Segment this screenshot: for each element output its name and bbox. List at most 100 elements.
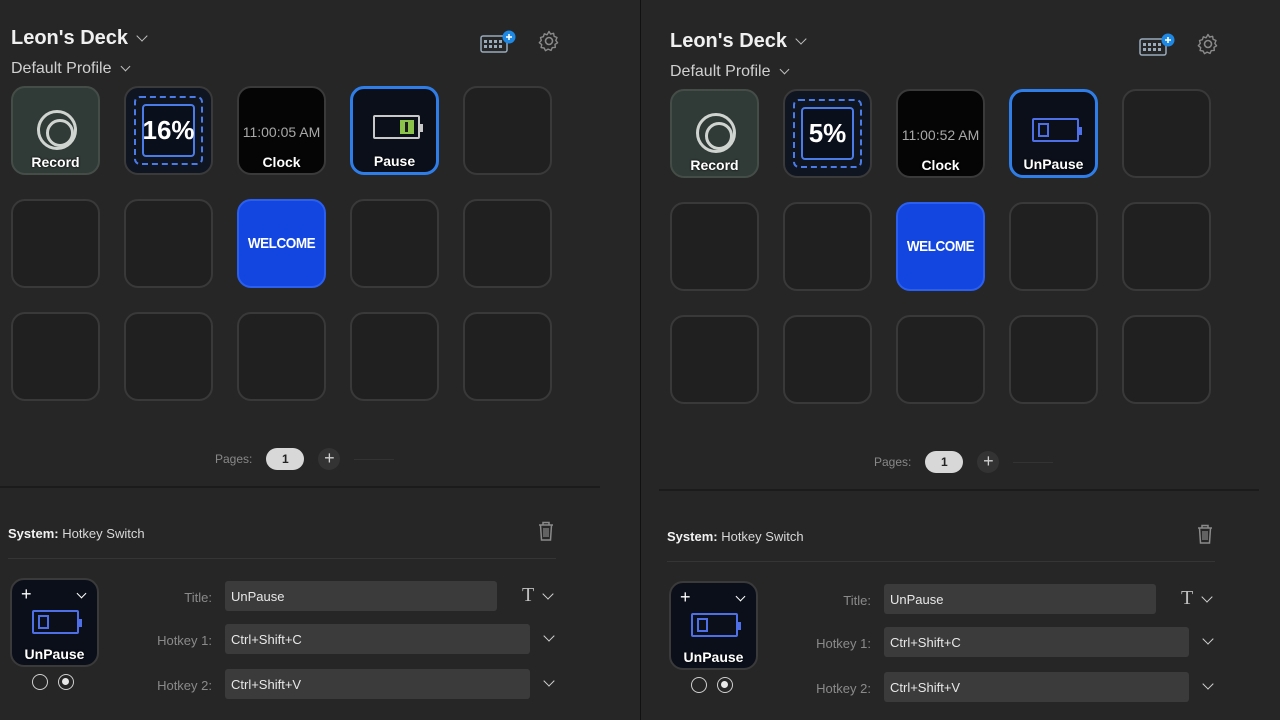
clock-time: 11:00:52 AM (901, 127, 980, 143)
trash-icon[interactable] (1196, 523, 1214, 545)
page-1-button[interactable]: 1 (925, 451, 964, 473)
key-record[interactable]: Record (670, 89, 759, 178)
chevron-down-icon (136, 30, 148, 42)
hotkey2-input[interactable]: Ctrl+Shift+V (225, 669, 530, 699)
key-clock[interactable]: 11:00:05 AM Clock (237, 86, 326, 175)
key-empty[interactable] (463, 86, 552, 175)
key-cpu[interactable]: 5% (783, 89, 872, 178)
record-icon (696, 113, 736, 153)
trash-icon[interactable] (537, 520, 555, 542)
key-grid: Record 5% 11:00:52 AM Clock UnPause WELC… (670, 89, 1211, 404)
profile-name: Default Profile (670, 63, 771, 80)
key-grid: Record 16% 11:00:05 AM Clock Pause WELCO… (11, 86, 552, 401)
welcome-text: WELCOME (906, 238, 975, 255)
key-pause-toggle[interactable]: Pause (350, 86, 439, 175)
profile-selector[interactable]: Default Profile (670, 63, 789, 81)
key-label: UnPause (683, 649, 744, 665)
gear-icon[interactable] (1196, 32, 1220, 56)
chevron-down-icon[interactable] (543, 675, 555, 687)
key-preview[interactable]: + UnPause (10, 578, 99, 667)
toggle-state-icon (691, 613, 741, 637)
key-empty[interactable] (11, 199, 100, 288)
hotkey2-label: Hotkey 2: (816, 681, 871, 696)
state-2-radio[interactable] (717, 677, 733, 693)
key-label: Record (690, 157, 739, 173)
key-unpause-toggle[interactable]: UnPause (1009, 89, 1098, 178)
property-inspector: System: Hotkey Switch + UnPause Title: U… (0, 486, 600, 720)
divider (8, 558, 556, 559)
key-empty[interactable] (350, 312, 439, 401)
key-label: Pause (373, 153, 416, 169)
toggle-state-icon (32, 610, 82, 634)
key-empty[interactable] (1122, 202, 1211, 291)
key-empty[interactable] (670, 315, 759, 404)
cpu-value: 16% (142, 115, 195, 145)
key-empty[interactable] (1122, 315, 1211, 404)
hotkey1-input[interactable]: Ctrl+Shift+C (884, 627, 1189, 657)
action-title: System: Hotkey Switch (8, 526, 145, 541)
key-record[interactable]: Record (11, 86, 100, 175)
key-preview[interactable]: + UnPause (669, 581, 758, 670)
key-clock[interactable]: 11:00:52 AM Clock (896, 89, 985, 178)
key-empty[interactable] (1009, 202, 1098, 291)
chevron-down-icon[interactable] (1202, 633, 1214, 645)
text-style-icon[interactable]: T (1181, 587, 1193, 610)
state-2-radio[interactable] (58, 674, 74, 690)
add-page-button[interactable]: + (318, 448, 341, 470)
chevron-down-icon[interactable] (543, 630, 555, 642)
page-1-button[interactable]: 1 (266, 448, 305, 470)
key-label: Clock (921, 157, 960, 173)
deck-name: Leon's Deck (670, 30, 788, 52)
divider (354, 458, 395, 460)
key-empty[interactable] (11, 312, 100, 401)
title-input[interactable]: UnPause (225, 581, 497, 611)
chevron-down-icon[interactable] (76, 588, 87, 599)
add-state-icon[interactable]: + (680, 587, 691, 608)
text-style-icon[interactable]: T (522, 584, 534, 607)
cpu-value: 5% (808, 118, 847, 148)
key-empty[interactable] (463, 199, 552, 288)
key-empty[interactable] (783, 202, 872, 291)
clock-time: 11:00:05 AM (242, 124, 321, 140)
add-device-icon[interactable] (1139, 33, 1175, 57)
cpu-chip-icon: 5% (793, 99, 862, 168)
hotkey2-input[interactable]: Ctrl+Shift+V (884, 672, 1189, 702)
key-cpu[interactable]: 16% (124, 86, 213, 175)
chevron-down-icon[interactable] (735, 591, 746, 602)
state-selector (691, 677, 733, 693)
hotkey2-label: Hotkey 2: (157, 678, 212, 693)
key-empty[interactable] (463, 312, 552, 401)
pages-bar: Pages: 1 + (215, 448, 395, 470)
key-welcome[interactable]: WELCOME (237, 199, 326, 288)
key-label: UnPause (1023, 156, 1084, 172)
add-page-button[interactable]: + (977, 451, 1000, 473)
toggle-state-icon (1032, 118, 1082, 142)
action-name: Hotkey Switch (62, 526, 145, 541)
key-empty[interactable] (237, 312, 326, 401)
key-empty[interactable] (783, 315, 872, 404)
key-welcome[interactable]: WELCOME (896, 202, 985, 291)
add-state-icon[interactable]: + (21, 584, 32, 605)
state-1-radio[interactable] (691, 677, 707, 693)
hotkey1-label: Hotkey 1: (816, 636, 871, 651)
chevron-down-icon (795, 33, 807, 45)
chevron-down-icon[interactable] (542, 588, 554, 600)
key-empty[interactable] (670, 202, 759, 291)
chevron-down-icon[interactable] (1201, 591, 1213, 603)
key-empty[interactable] (350, 199, 439, 288)
profile-selector[interactable]: Default Profile (11, 60, 130, 78)
chevron-down-icon[interactable] (1202, 678, 1214, 690)
key-empty[interactable] (1009, 315, 1098, 404)
deck-selector[interactable]: Leon's Deck (670, 30, 807, 53)
state-1-radio[interactable] (32, 674, 48, 690)
title-input[interactable]: UnPause (884, 584, 1156, 614)
add-device-icon[interactable] (480, 30, 516, 54)
hotkey1-input[interactable]: Ctrl+Shift+C (225, 624, 530, 654)
deck-selector[interactable]: Leon's Deck (11, 27, 148, 50)
divider (1013, 461, 1054, 463)
key-empty[interactable] (124, 199, 213, 288)
key-empty[interactable] (1122, 89, 1211, 178)
key-empty[interactable] (896, 315, 985, 404)
key-empty[interactable] (124, 312, 213, 401)
gear-icon[interactable] (537, 29, 561, 53)
